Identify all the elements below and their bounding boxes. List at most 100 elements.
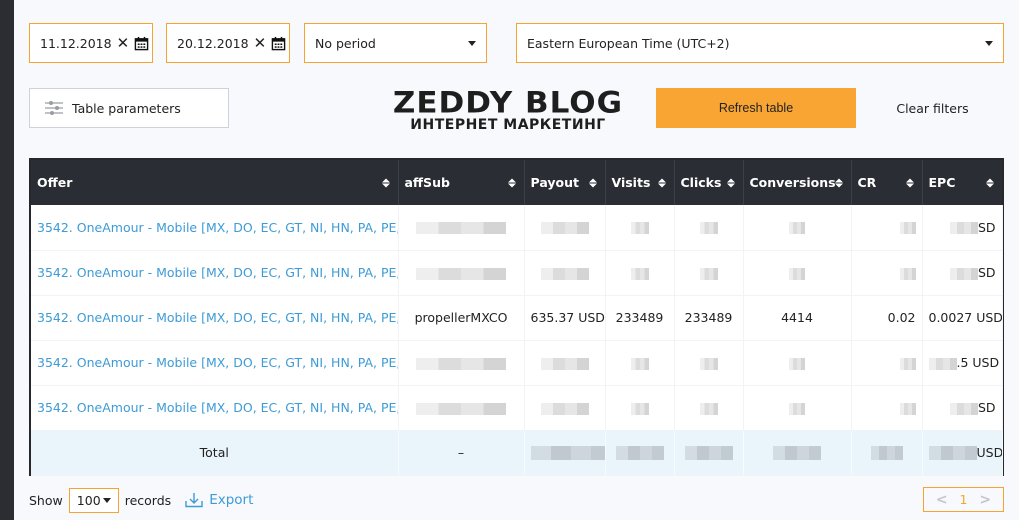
current-page[interactable]: 1	[960, 492, 968, 507]
table-parameters-button[interactable]: Table parameters	[29, 88, 229, 128]
payout-value: 635.37 USD	[530, 310, 605, 325]
column-header-visits[interactable]: Visits	[605, 160, 675, 205]
redacted-value	[949, 267, 978, 280]
prev-page-icon[interactable]: <	[936, 492, 948, 508]
offer-value[interactable]: 3542. OneAmour - Mobile [MX, DO, EC, GT,…	[37, 355, 397, 370]
cell-conversions	[743, 250, 852, 296]
sort-icon[interactable]	[588, 178, 597, 187]
sort-icon[interactable]	[986, 178, 994, 187]
redacted-value	[699, 357, 718, 370]
column-header-offer[interactable]: Offer	[31, 160, 399, 205]
cell-cr	[851, 205, 923, 251]
refresh-table-button[interactable]: Refresh table	[656, 88, 856, 128]
next-page-icon[interactable]: >	[979, 492, 991, 508]
cell-visits	[605, 250, 675, 296]
epc-value: SD	[977, 265, 996, 280]
offer-value[interactable]: 3542. OneAmour - Mobile [MX, DO, EC, GT,…	[37, 400, 397, 415]
download-icon	[185, 493, 203, 508]
calendar-icon[interactable]	[134, 36, 149, 51]
redacted-value	[870, 446, 903, 461]
clear-date-from-icon[interactable]: ✕	[117, 35, 130, 51]
total-epc-text: USD	[976, 444, 1002, 460]
timezone-select[interactable]: Eastern European Time (UTC+2)	[516, 23, 1004, 63]
sort-icon[interactable]	[381, 178, 390, 187]
column-label: Clicks	[680, 175, 722, 190]
cell-conversions: 4414	[743, 295, 852, 341]
redacted-value	[899, 402, 916, 415]
redacted-value	[416, 267, 506, 280]
redacted-value	[416, 357, 506, 370]
table-row: 3542. OneAmour - Mobile [MX, DO, EC, GT,…	[31, 250, 1003, 296]
cell-epc: SD	[922, 385, 1003, 431]
table-header-row: Offer affSub Payout Visits Clicks Conver…	[31, 160, 1002, 205]
cell-payout: 635.37 USD	[524, 295, 606, 341]
cell-epc: .5 USD	[922, 340, 1003, 386]
cell-clicks	[674, 250, 744, 296]
cell-clicks	[674, 385, 744, 431]
column-header-cr[interactable]: CR	[851, 160, 923, 205]
total-label-text: Total	[199, 445, 229, 460]
logo-main-text: ZEDDY BLOG	[392, 85, 624, 121]
period-select[interactable]: No period	[304, 23, 487, 63]
export-link[interactable]: Export	[185, 492, 253, 508]
records-select[interactable]: 100	[68, 487, 119, 513]
total-epc: USD	[922, 430, 1003, 476]
chevron-down-icon	[102, 497, 111, 503]
column-header-conversions[interactable]: Conversions	[743, 160, 852, 205]
redacted-value	[789, 357, 805, 370]
sort-icon[interactable]	[507, 178, 516, 187]
cell-clicks	[674, 340, 744, 386]
cell-offer[interactable]: 3542. OneAmour - Mobile [MX, DO, EC, GT,…	[31, 295, 399, 341]
date-from-field[interactable]: 11.12.2018 ✕	[29, 23, 153, 63]
cell-offer[interactable]: 3542. OneAmour - Mobile [MX, DO, EC, GT,…	[31, 340, 399, 386]
sidebar-strip	[0, 0, 14, 520]
column-header-clicks[interactable]: Clicks	[674, 160, 744, 205]
total-label: Total	[31, 430, 399, 476]
clear-filters-button[interactable]: Clear filters	[880, 88, 985, 128]
redacted-value	[630, 357, 649, 370]
redacted-value	[949, 402, 978, 415]
sort-icon[interactable]	[834, 178, 843, 187]
cell-payout	[524, 250, 606, 296]
table-row: 3542. OneAmour - Mobile [MX, DO, EC, GT,…	[31, 295, 1003, 341]
cell-conversions	[743, 205, 852, 251]
date-to-field[interactable]: 20.12.2018 ✕	[166, 23, 290, 63]
redacted-value	[684, 446, 733, 461]
offer-value[interactable]: 3542. OneAmour - Mobile [MX, DO, EC, GT,…	[37, 265, 397, 280]
cell-offer[interactable]: 3542. OneAmour - Mobile [MX, DO, EC, GT,…	[31, 385, 399, 431]
column-label: Offer	[37, 175, 73, 190]
date-to-value: 20.12.2018	[177, 35, 249, 51]
redacted-value	[615, 446, 664, 461]
cell-conversions	[743, 340, 852, 386]
total-visits	[605, 430, 675, 476]
calendar-icon[interactable]	[271, 36, 286, 51]
visits-value: 233489	[615, 310, 664, 325]
offer-value[interactable]: 3542. OneAmour - Mobile [MX, DO, EC, GT,…	[37, 310, 397, 325]
total-affsub-text: –	[457, 445, 465, 460]
offer-value[interactable]: 3542. OneAmour - Mobile [MX, DO, EC, GT,…	[37, 220, 397, 235]
column-header-affsub[interactable]: affSub	[398, 160, 525, 205]
table-row: 3542. OneAmour - Mobile [MX, DO, EC, GT,…	[31, 385, 1003, 431]
redacted-value	[540, 222, 589, 235]
column-label: Conversions	[749, 175, 836, 190]
cell-offer[interactable]: 3542. OneAmour - Mobile [MX, DO, EC, GT,…	[31, 205, 399, 251]
column-header-payout[interactable]: Payout	[524, 160, 606, 205]
redacted-value	[540, 357, 589, 370]
sort-icon[interactable]	[726, 178, 735, 187]
redacted-value	[899, 222, 916, 235]
epc-value: SD	[977, 400, 996, 415]
redacted-value	[949, 222, 978, 235]
column-label: CR	[857, 175, 877, 190]
stats-table: Offer affSub Payout Visits Clicks Conver…	[29, 158, 1004, 476]
column-header-epc[interactable]: EPC	[922, 160, 1002, 205]
cell-payout	[524, 205, 606, 251]
cell-offer[interactable]: 3542. OneAmour - Mobile [MX, DO, EC, GT,…	[31, 250, 399, 296]
sort-icon[interactable]	[657, 178, 666, 187]
sort-icon[interactable]	[905, 178, 914, 187]
cell-clicks: 233489	[674, 295, 744, 341]
clicks-value: 233489	[684, 310, 733, 325]
cell-visits	[605, 205, 675, 251]
clear-date-to-icon[interactable]: ✕	[254, 35, 267, 51]
epc-value: .5 USD	[956, 355, 1000, 370]
total-payout	[524, 430, 606, 476]
